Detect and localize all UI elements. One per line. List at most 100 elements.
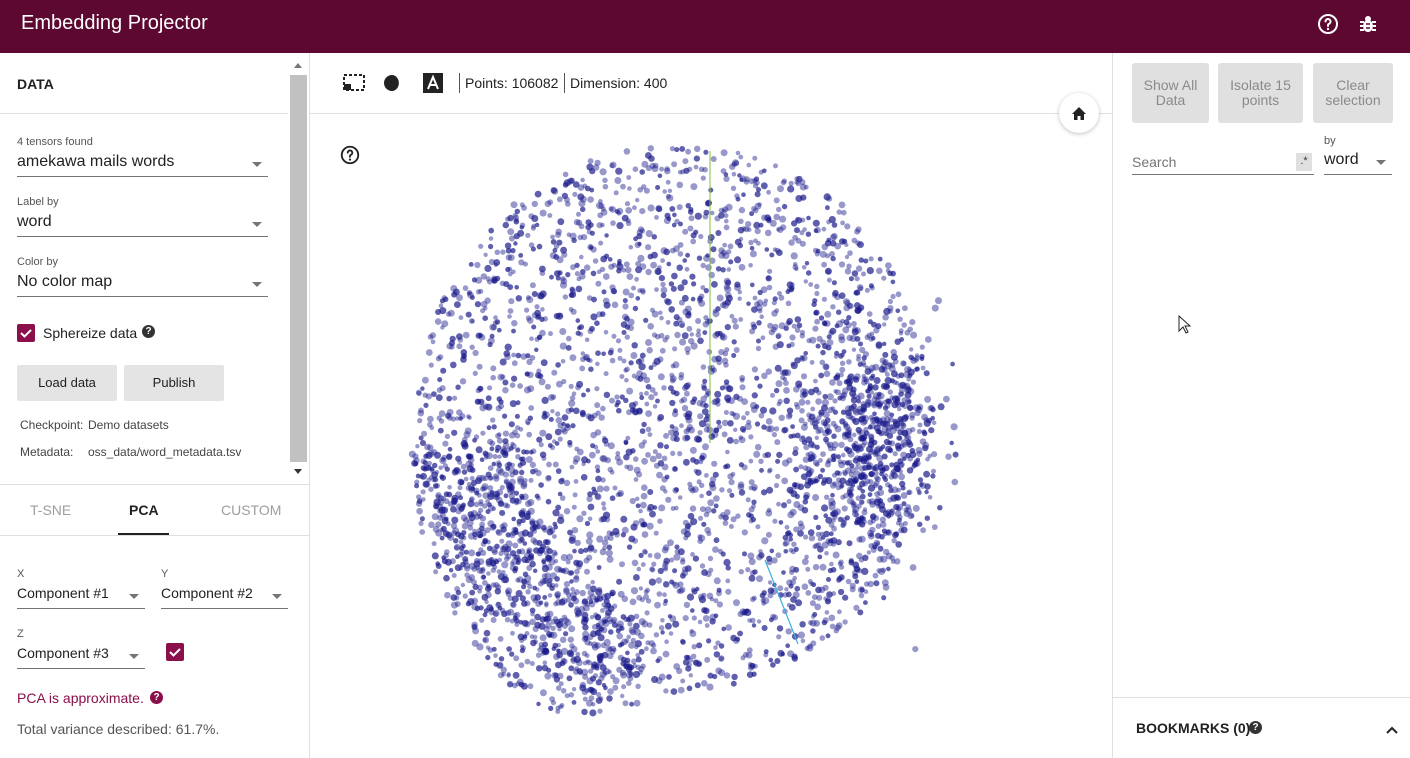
point xyxy=(676,181,684,189)
point xyxy=(769,407,777,415)
point xyxy=(600,405,606,412)
point xyxy=(856,284,864,291)
point xyxy=(651,251,658,259)
label-by-select[interactable]: word xyxy=(17,213,268,237)
scroll-down-arrow[interactable] xyxy=(294,469,302,474)
point xyxy=(728,259,734,265)
point xyxy=(538,482,544,488)
point xyxy=(552,461,559,468)
point xyxy=(576,560,584,568)
point xyxy=(888,484,893,489)
point xyxy=(591,486,596,492)
point xyxy=(460,463,467,470)
point xyxy=(616,666,623,673)
pca-z-select[interactable]: Component #3 xyxy=(17,645,145,669)
pca-y-select[interactable]: Component #2 xyxy=(161,585,288,609)
tensor-select[interactable]: amekawa mails words xyxy=(17,153,268,177)
point xyxy=(851,270,859,277)
point xyxy=(440,325,445,330)
point xyxy=(663,581,670,588)
divider xyxy=(0,484,310,485)
pca-x-select[interactable]: Component #1 xyxy=(17,585,145,609)
pca-z-checkbox[interactable] xyxy=(166,643,184,661)
point xyxy=(441,517,449,525)
point xyxy=(793,566,800,573)
help-icon[interactable]: ? xyxy=(150,691,163,704)
point xyxy=(680,639,686,645)
bug-icon[interactable] xyxy=(1356,12,1380,36)
point xyxy=(846,263,852,269)
point xyxy=(851,443,857,449)
variance-text: Total variance described: 61.7%. xyxy=(17,721,220,737)
point xyxy=(522,571,528,577)
help-circle-icon[interactable] xyxy=(1316,12,1340,36)
point xyxy=(557,516,565,524)
point xyxy=(559,703,565,708)
point xyxy=(513,565,519,571)
embedding-scatter-plot[interactable] xyxy=(310,113,1112,758)
point xyxy=(482,537,489,544)
point xyxy=(804,554,809,560)
point xyxy=(540,359,548,367)
point xyxy=(825,253,831,259)
load-data-button[interactable]: Load data xyxy=(17,365,117,401)
label-toggle-icon[interactable] xyxy=(423,73,443,98)
point xyxy=(660,618,665,623)
point xyxy=(461,469,468,475)
publish-button[interactable]: Publish xyxy=(124,365,224,401)
point xyxy=(566,650,574,657)
point xyxy=(792,482,798,488)
color-by-select[interactable]: No color map xyxy=(17,273,268,297)
point xyxy=(451,429,458,436)
point xyxy=(794,266,799,272)
point xyxy=(590,313,598,321)
point xyxy=(552,521,558,527)
point xyxy=(863,376,869,382)
point xyxy=(767,469,772,474)
point xyxy=(872,384,879,391)
point xyxy=(641,421,647,428)
point xyxy=(568,399,576,407)
point xyxy=(490,617,497,623)
sphereize-checkbox[interactable] xyxy=(17,324,35,342)
point xyxy=(897,517,902,523)
point xyxy=(621,214,629,222)
scroll-thumb[interactable] xyxy=(290,75,307,462)
point xyxy=(756,187,761,193)
point xyxy=(747,552,755,560)
point xyxy=(433,498,441,506)
point xyxy=(585,219,592,226)
point xyxy=(576,448,584,456)
tab-pca[interactable]: PCA xyxy=(129,502,159,518)
point xyxy=(735,196,741,202)
point xyxy=(638,666,645,672)
point xyxy=(469,589,476,596)
data-panel-scrollbar[interactable] xyxy=(290,59,308,479)
point xyxy=(785,643,790,648)
tab-custom[interactable]: CUSTOM xyxy=(221,502,281,518)
point xyxy=(590,630,597,638)
point xyxy=(434,318,442,325)
point xyxy=(741,415,747,421)
point xyxy=(536,243,543,250)
point xyxy=(706,683,714,691)
point xyxy=(594,320,600,326)
tab-tsne[interactable]: T-SNE xyxy=(30,502,71,518)
scroll-up-arrow[interactable] xyxy=(294,63,302,68)
point xyxy=(585,224,592,231)
point xyxy=(839,360,846,366)
help-icon[interactable]: ? xyxy=(142,325,155,338)
point xyxy=(542,577,549,584)
point xyxy=(542,595,548,600)
point xyxy=(513,218,520,225)
point xyxy=(862,554,869,561)
night-mode-icon[interactable] xyxy=(384,73,404,98)
point xyxy=(845,578,852,585)
point xyxy=(656,591,663,597)
point xyxy=(666,261,672,267)
point xyxy=(529,449,534,455)
selection-rect-icon[interactable] xyxy=(342,73,366,98)
point xyxy=(501,610,508,617)
point xyxy=(785,628,792,635)
point xyxy=(457,485,463,491)
